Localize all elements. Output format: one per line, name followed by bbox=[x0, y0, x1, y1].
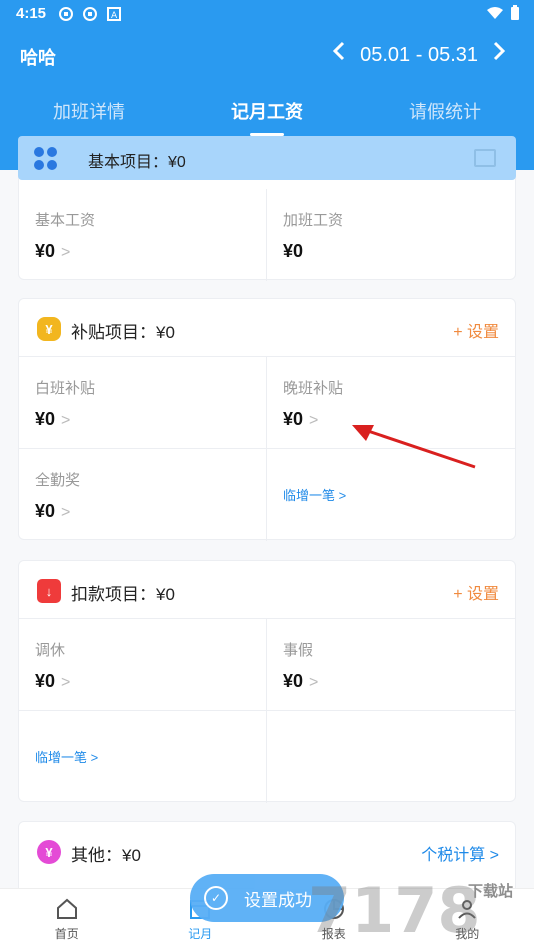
base-salary-cell[interactable]: 基本工资 ¥0 > bbox=[19, 189, 267, 281]
cell-label: 调休 bbox=[35, 642, 66, 659]
cell-value[interactable]: ¥0 > bbox=[35, 409, 70, 430]
add-subsidy-link[interactable]: 临增一笔 > bbox=[283, 485, 346, 504]
cell-value[interactable]: ¥0 > bbox=[35, 241, 70, 262]
status-time: 4:15 bbox=[16, 5, 47, 22]
status-system-icons bbox=[486, 5, 520, 25]
cell-label: 事假 bbox=[283, 642, 314, 659]
other-title: 其他：¥0 bbox=[71, 846, 141, 865]
nav-label: 记月 bbox=[188, 927, 213, 941]
personal-leave-cell[interactable]: 事假 ¥0 > bbox=[267, 619, 515, 711]
money-bag-icon: ¥ bbox=[37, 317, 61, 341]
deduction-card-header: ↓ 扣款项目：¥0 + 设置 bbox=[19, 561, 515, 619]
overtime-salary-cell[interactable]: 加班工资 ¥0 bbox=[267, 189, 515, 281]
cell-label: 晚班补贴 bbox=[283, 380, 344, 397]
image-icon[interactable] bbox=[474, 149, 496, 167]
full-attendance-cell[interactable]: 全勤奖 ¥0 > bbox=[19, 449, 267, 541]
chevron-right-icon: > bbox=[309, 674, 319, 691]
wifi-icon bbox=[486, 6, 504, 24]
toast-text: 设置成功 bbox=[244, 890, 312, 910]
chevron-right-icon[interactable] bbox=[492, 40, 506, 70]
tab-leave-stats[interactable]: 请假统计 bbox=[356, 90, 534, 136]
date-navigator: 05.01 - 05.31 bbox=[332, 40, 506, 70]
day-shift-subsidy-cell[interactable]: 白班补贴 ¥0 > bbox=[19, 357, 267, 449]
grid-icon bbox=[34, 147, 58, 171]
svg-text:7178: 7178 bbox=[308, 874, 481, 944]
base-items-card: 基本工资 ¥0 > 加班工资 ¥0 bbox=[18, 170, 516, 281]
add-deduction-cell: 临增一笔 > bbox=[19, 711, 267, 803]
deduction-title: 扣款项目：¥0 bbox=[71, 585, 175, 604]
tab-bar: 加班详情 记月工资 请假统计 bbox=[0, 90, 534, 136]
nav-home[interactable]: 首页 bbox=[0, 889, 134, 950]
sync-icon bbox=[58, 6, 74, 22]
tab-monthly-salary[interactable]: 记月工资 bbox=[178, 90, 356, 136]
deduction-card: ↓ 扣款项目：¥0 + 设置 调休 ¥0 > 事假 ¥0 > 临增一笔 > bbox=[18, 560, 516, 803]
cell-label: 加班工资 bbox=[283, 212, 344, 229]
cell-value[interactable]: ¥0 bbox=[283, 241, 303, 262]
cell-value[interactable]: ¥0 > bbox=[283, 409, 318, 430]
tax-calculator-button[interactable]: 个税计算 > bbox=[421, 841, 499, 865]
other-card-header: ¥ 其他：¥0 个税计算 > bbox=[19, 822, 515, 880]
cell-label: 白班补贴 bbox=[35, 380, 96, 397]
chevron-right-icon: > bbox=[61, 244, 71, 261]
status-bar: 4:15 A bbox=[0, 0, 534, 28]
red-arrow-annotation bbox=[352, 425, 476, 469]
chevron-right-icon: > bbox=[309, 412, 319, 429]
add-deduction-link[interactable]: 临增一笔 > bbox=[35, 747, 98, 766]
title-row: 哈哈 05.01 - 05.31 bbox=[0, 40, 534, 72]
chevron-right-icon: > bbox=[61, 504, 71, 521]
page-title: 哈哈 bbox=[20, 48, 56, 68]
home-icon bbox=[55, 897, 79, 921]
deduction-settings-button[interactable]: + 设置 bbox=[453, 580, 499, 604]
subsidy-title: 补贴项目：¥0 bbox=[71, 323, 175, 342]
date-range-label[interactable]: 05.01 - 05.31 bbox=[360, 44, 478, 67]
app-a-icon: A bbox=[106, 6, 122, 22]
chevron-right-icon: > bbox=[61, 674, 71, 691]
tab-overtime-detail[interactable]: 加班详情 bbox=[0, 90, 178, 136]
base-items-sticky-header[interactable]: 基本项目：¥0 bbox=[18, 136, 516, 180]
cell-value[interactable]: ¥0 > bbox=[35, 671, 70, 692]
cell-label: 基本工资 bbox=[35, 212, 96, 229]
chevron-right-icon: > bbox=[61, 412, 71, 429]
svg-text:A: A bbox=[111, 11, 118, 21]
sync-icon bbox=[82, 6, 98, 22]
yen-coin-icon: ¥ bbox=[37, 840, 61, 864]
cell-label: 全勤奖 bbox=[35, 472, 81, 489]
cell-value[interactable]: ¥0 > bbox=[35, 501, 70, 522]
nav-label: 首页 bbox=[54, 927, 79, 941]
svg-text:下载站: 下载站 bbox=[468, 882, 513, 900]
status-notification-icons: A bbox=[58, 6, 122, 22]
watermark-logo: 7178 下载站 bbox=[308, 874, 528, 947]
empty-cell bbox=[267, 711, 515, 803]
chevron-left-icon[interactable] bbox=[332, 40, 346, 70]
battery-icon bbox=[510, 5, 520, 25]
check-icon: ✓ bbox=[204, 886, 228, 910]
base-items-title: 基本项目：¥0 bbox=[88, 154, 186, 171]
cell-value[interactable]: ¥0 > bbox=[283, 671, 318, 692]
subsidy-card-header: ¥ 补贴项目：¥0 + 设置 bbox=[19, 299, 515, 357]
comp-leave-cell[interactable]: 调休 ¥0 > bbox=[19, 619, 267, 711]
down-arrow-icon: ↓ bbox=[37, 579, 61, 603]
subsidy-settings-button[interactable]: + 设置 bbox=[453, 318, 499, 342]
